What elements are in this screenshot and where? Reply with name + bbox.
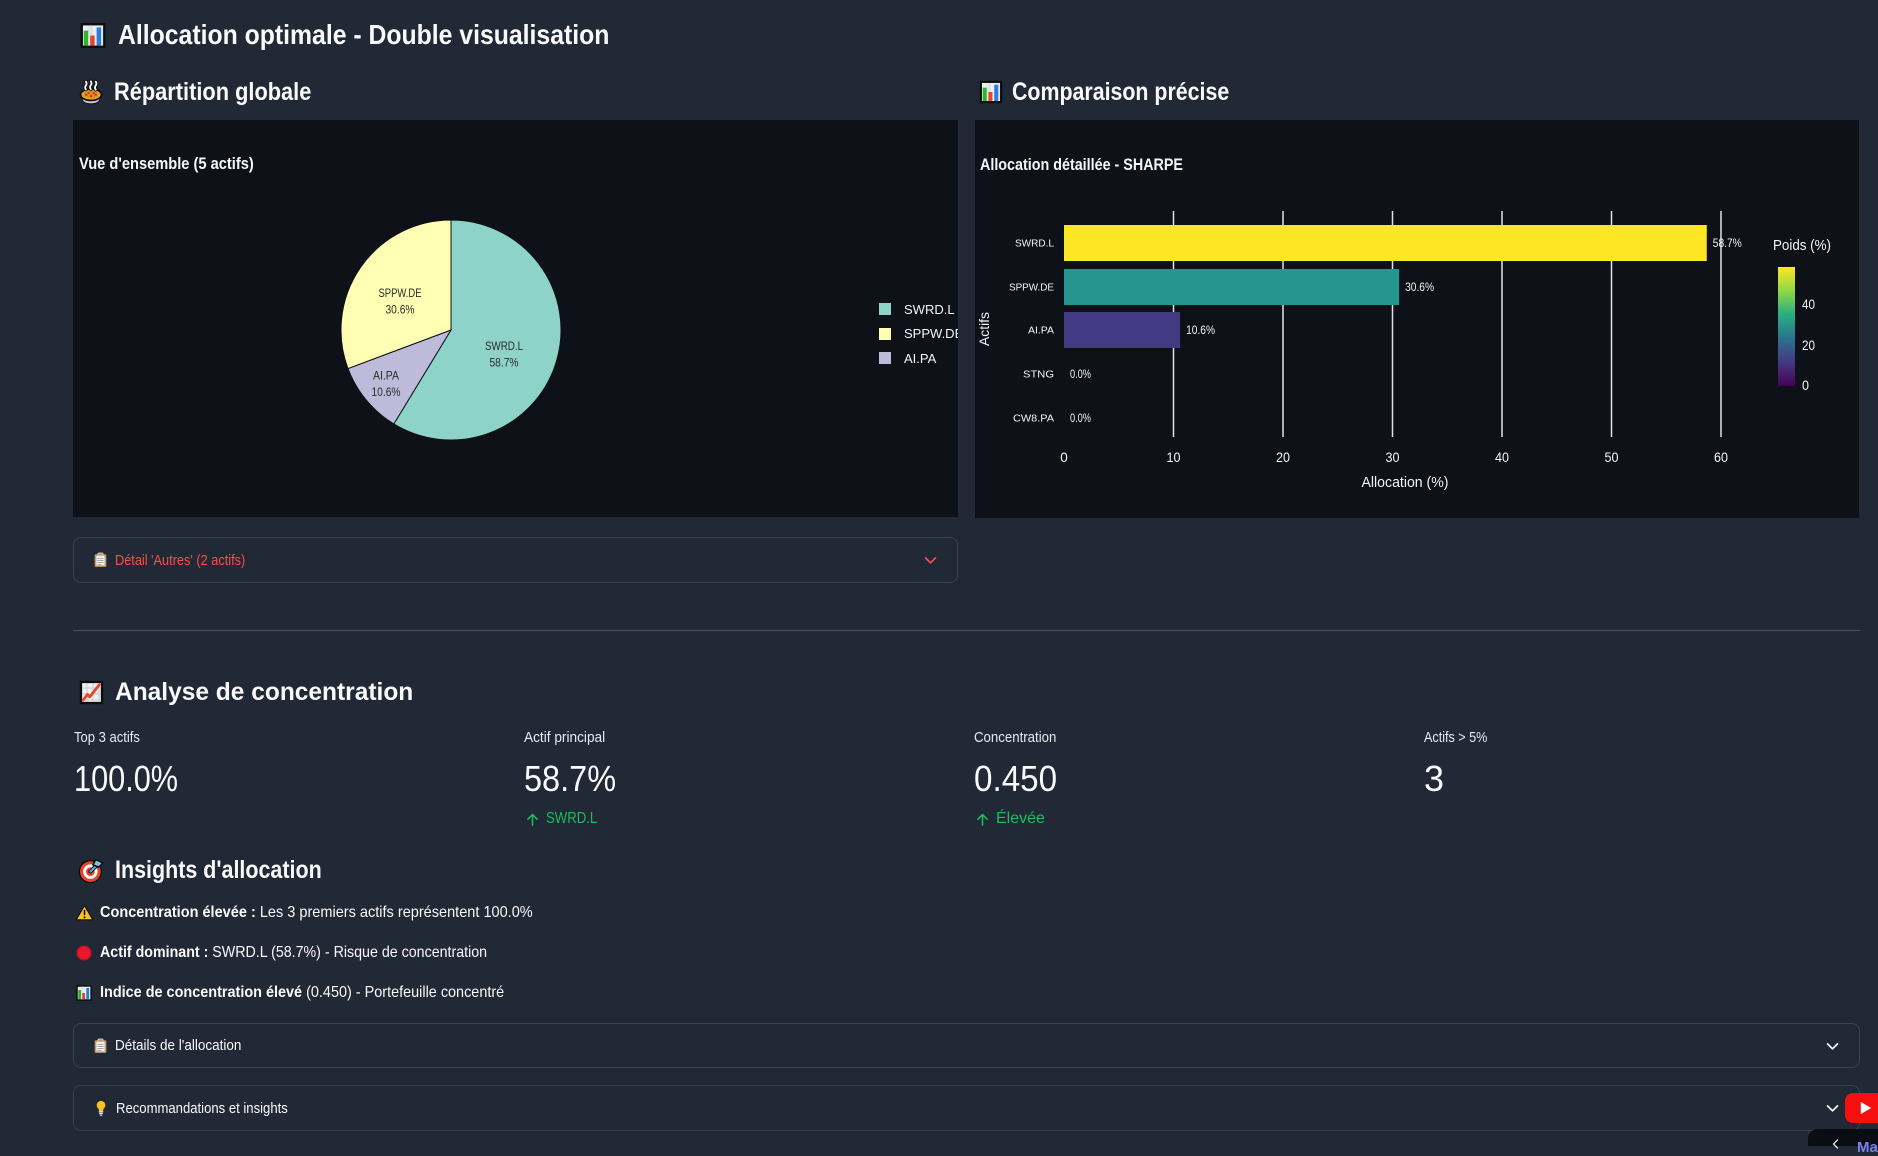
- svg-text:Actifs: Actifs: [976, 312, 992, 346]
- svg-text:10.6%: 10.6%: [1186, 325, 1215, 337]
- svg-text:30.6%: 30.6%: [386, 303, 415, 317]
- svg-text:0: 0: [1802, 378, 1809, 393]
- svg-text:10.6%: 10.6%: [372, 385, 401, 399]
- svg-text:AI.PA: AI.PA: [373, 369, 399, 383]
- svg-text:40: 40: [1495, 450, 1509, 465]
- svg-text:30.6%: 30.6%: [1405, 282, 1434, 294]
- svg-text:CW8.PA: CW8.PA: [1013, 413, 1054, 425]
- svg-text:SWRD.L: SWRD.L: [485, 339, 523, 353]
- svg-text:SPPW.DE: SPPW.DE: [379, 286, 422, 300]
- svg-text:60: 60: [1714, 450, 1728, 465]
- svg-text:AI.PA: AI.PA: [1028, 325, 1054, 337]
- svg-text:Poids (%): Poids (%): [1773, 237, 1831, 254]
- svg-text:0.0%: 0.0%: [1070, 369, 1091, 381]
- svg-text:0.0%: 0.0%: [1070, 413, 1091, 425]
- svg-text:58.7%: 58.7%: [490, 356, 519, 370]
- svg-text:30: 30: [1386, 450, 1400, 465]
- svg-text:20: 20: [1802, 338, 1815, 353]
- svg-text:STNG: STNG: [1023, 369, 1054, 381]
- svg-text:0: 0: [1060, 450, 1068, 465]
- svg-text:10: 10: [1167, 450, 1181, 465]
- svg-text:40: 40: [1802, 297, 1815, 312]
- svg-text:50: 50: [1605, 450, 1619, 465]
- svg-text:SWRD.L: SWRD.L: [1015, 238, 1054, 250]
- svg-text:58.7%: 58.7%: [1713, 238, 1742, 250]
- svg-text:Allocation (%): Allocation (%): [1362, 474, 1449, 491]
- svg-text:SPPW.DE: SPPW.DE: [1009, 282, 1054, 294]
- svg-text:Allocation détaillée - SHARPE: Allocation détaillée - SHARPE: [980, 155, 1183, 174]
- svg-text:20: 20: [1276, 450, 1290, 465]
